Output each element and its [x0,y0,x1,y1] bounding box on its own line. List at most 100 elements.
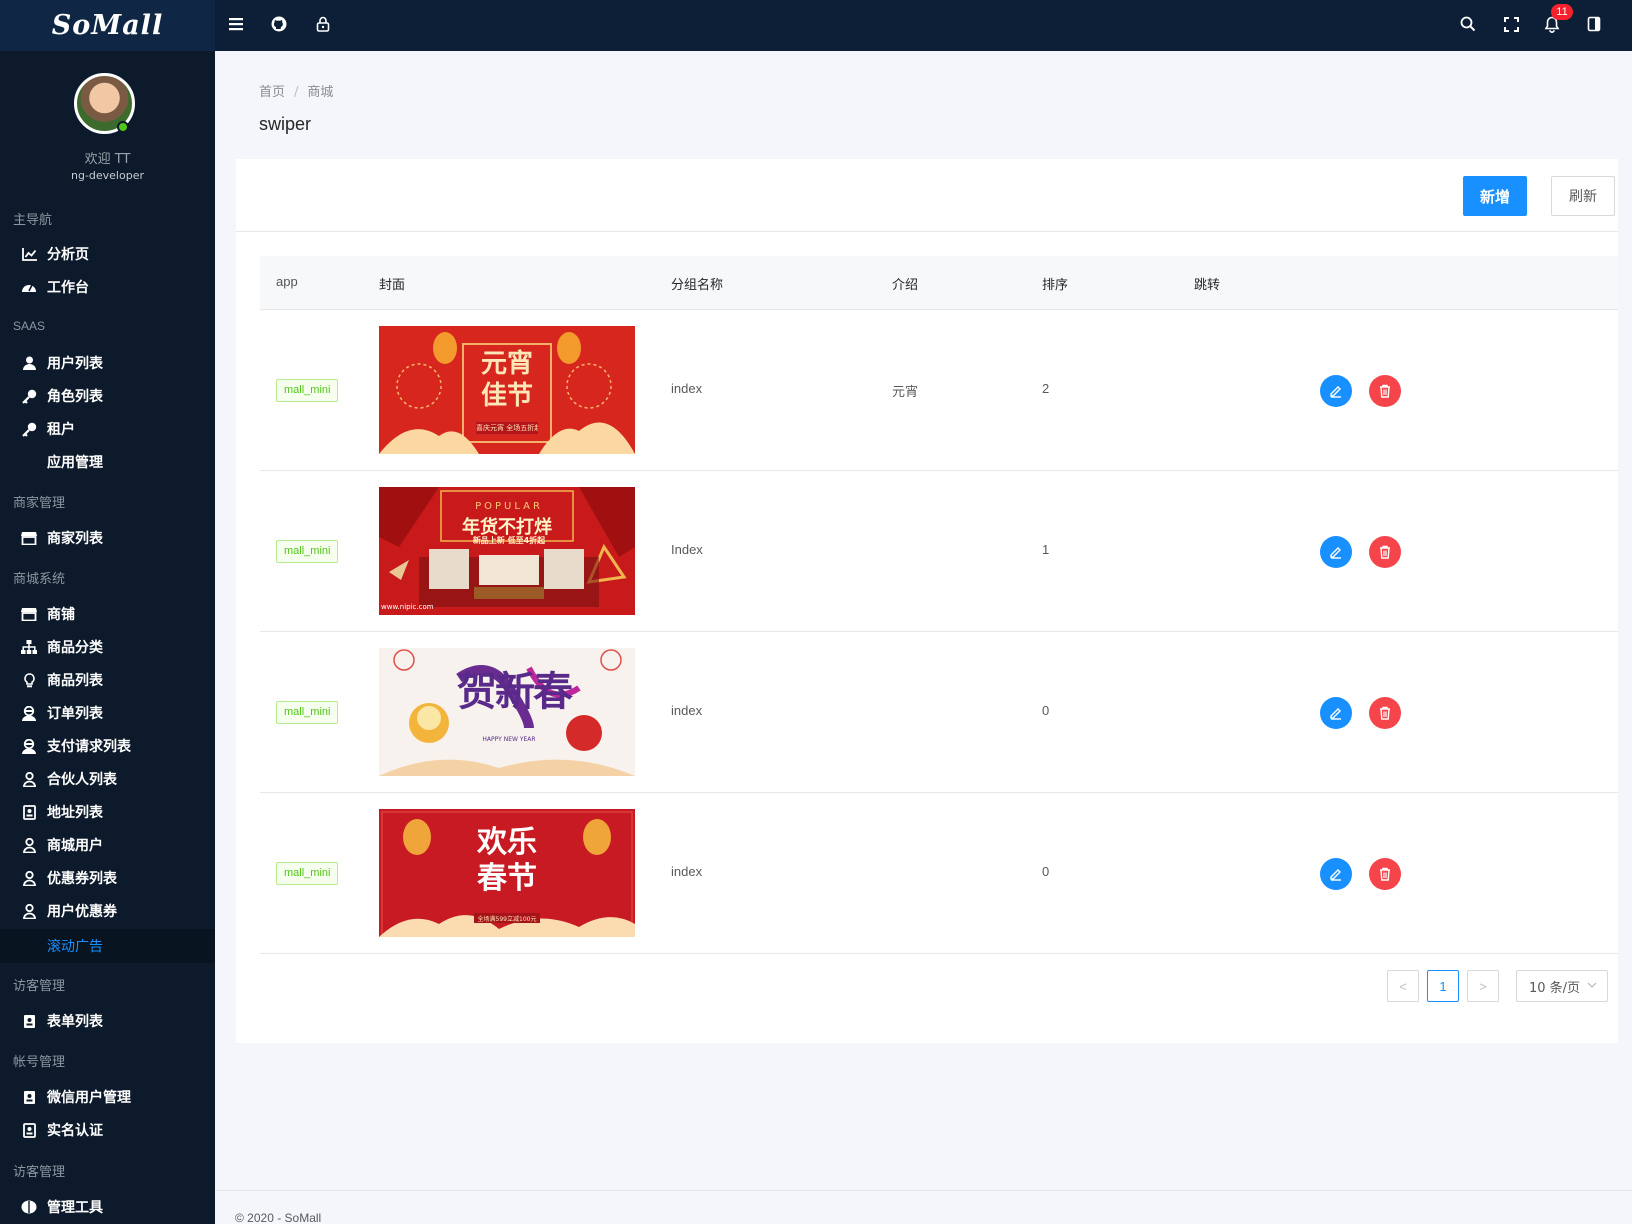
sidebar-group-account: 帐号管理 [13,1055,66,1070]
sidebar-item-admin-tools[interactable]: 管理工具 [0,1192,215,1222]
sidebar-item-payment-request-list[interactable]: 支付请求列表 [0,731,215,761]
sidebar-item-order-list[interactable]: 订单列表 [0,698,215,728]
edit-button[interactable] [1320,858,1352,890]
sidebar-item-app-management[interactable]: 应用管理 [0,447,215,477]
page-size-select[interactable]: 10 条/页 [1516,970,1608,1002]
group-name: Index [671,542,703,557]
delete-button[interactable] [1369,858,1401,890]
user-secret-icon [21,705,37,721]
github-icon[interactable] [265,10,293,38]
contact-card-icon [21,1089,37,1105]
sidebar-item-role-list[interactable]: 角色列表 [0,381,215,411]
footer: © 2020 - SoMall [215,1190,1632,1224]
sidebar-item-analysis[interactable]: 分析页 [0,239,215,269]
sidebar-item-shop[interactable]: 商铺 [0,599,215,629]
dashboard-icon [21,279,37,295]
sidebar-item-workbench[interactable]: 工作台 [0,272,215,302]
sidebar-item-product-category[interactable]: 商品分类 [0,632,215,662]
next-page-button[interactable]: > [1467,970,1499,1002]
sidebar-item-label: 角色列表 [47,389,103,405]
top-header: SoMall 11 [0,0,1632,51]
sidebar-item-label: 商铺 [47,607,75,623]
sidebar-item-user-coupon[interactable]: 用户优惠券 [0,896,215,926]
sidebar-item-real-name-auth[interactable]: 实名认证 [0,1115,215,1145]
sidebar-item-label: 工作台 [47,280,89,296]
sidebar-item-form-list[interactable]: 表单列表 [0,1006,215,1036]
sidebar-item-label: 用户优惠券 [47,904,117,920]
sidebar-item-label: 支付请求列表 [47,739,131,755]
lantern-festival-banner: 元宵佳节 喜庆元宵 全场五折起 [379,326,635,454]
sidebar-item-label: 表单列表 [47,1014,103,1030]
spring-greeting-banner: 贺新春 HAPPY NEW YEAR [379,648,635,776]
edit-button[interactable] [1320,375,1352,407]
sidebar-group-saas: SAAS [13,319,46,333]
edit-button[interactable] [1320,536,1352,568]
menu-toggle-icon[interactable] [223,10,251,38]
sidebar-item-merchant-list[interactable]: 商家列表 [0,523,215,553]
column-header-jump: 跳转 [1194,278,1221,293]
sidebar-item-product-list[interactable]: 商品列表 [0,665,215,695]
banner-title: 欢乐春节 [477,825,537,896]
sidebar-item-label: 滚动广告 [47,939,103,955]
sidebar-group-mall-system: 商城系统 [13,572,66,587]
sidebar-item-partner-list[interactable]: 合伙人列表 [0,764,215,794]
sidebar-item-tenant[interactable]: 租户 [0,414,215,444]
delete-button[interactable] [1369,536,1401,568]
chevron-down-icon [1587,979,1597,994]
user-outline-icon [21,870,37,886]
user-outline-icon [21,903,37,919]
sidebar-item-label: 商品分类 [47,640,103,656]
app-tag: mall_mini [276,701,339,724]
column-header-sort: 排序 [1042,278,1069,293]
add-button[interactable]: 新增 [1463,176,1527,216]
column-header-intro: 介绍 [892,278,919,293]
trash-icon [1380,384,1390,398]
sitemap-icon [21,639,37,655]
sidebar-group-main-nav: 主导航 [13,213,53,228]
prev-page-button[interactable]: < [1387,970,1419,1002]
fullscreen-icon[interactable] [1497,10,1525,38]
happy-spring-festival-banner: 欢乐春节 全场满599立减100元 [379,809,635,937]
sort-value: 0 [1042,703,1050,718]
edit-button[interactable] [1320,697,1352,729]
sidebar-item-wechat-user-management[interactable]: 微信用户管理 [0,1082,215,1112]
contact-card-icon [21,804,37,820]
sidebar-group-merchant: 商家管理 [13,496,66,511]
search-icon[interactable] [1454,10,1482,38]
table-row: mall_mini POPULAR 年货不打烊 新品上新 低至4折起 www.n… [260,471,1618,632]
breadcrumb-home[interactable]: 首页 [259,81,285,100]
column-header-app: app [276,274,298,289]
user-role: ng-developer [70,169,144,182]
banner-subtitle: 全场满599立减100元 [477,916,537,923]
sidebar-item-address-list[interactable]: 地址列表 [0,797,215,827]
sidebar: 欢迎 TT ng-developer 主导航 分析页 工作台 SAAS 用户列表… [0,51,215,1224]
table-row: mall_mini 元宵佳节 喜庆元宵 全场五折起 index 元宵 2 [260,310,1618,471]
column-header-group: 分组名称 [671,278,724,293]
delete-button[interactable] [1369,375,1401,407]
banner-title: 贺新春 [457,668,573,715]
sidebar-item-mall-user[interactable]: 商城用户 [0,830,215,860]
edit-icon [1330,386,1341,398]
store-icon [21,606,37,622]
sidebar-item-label: 商家列表 [47,531,103,547]
sidebar-item-label: 应用管理 [47,455,103,471]
sidebar-item-coupon-list[interactable]: 优惠券列表 [0,863,215,893]
delete-button[interactable] [1369,697,1401,729]
refresh-button[interactable]: 刷新 [1551,176,1615,216]
banner-top-text: POPULAR [475,501,543,512]
layout-settings-icon[interactable] [1580,10,1608,38]
lock-icon[interactable] [309,10,337,38]
sidebar-item-swiper-ads[interactable]: 滚动广告 [0,929,215,963]
intro-text: 元宵 [892,385,919,400]
sidebar-item-label: 订单列表 [47,706,103,722]
sidebar-group-visitor: 访客管理 [13,979,66,994]
new-year-goods-banner: POPULAR 年货不打烊 新品上新 低至4折起 www.nipic.com [379,487,635,615]
sidebar-item-user-list[interactable]: 用户列表 [0,348,215,378]
breadcrumb-current[interactable]: 商城 [307,81,333,100]
page-number-button[interactable]: 1 [1427,970,1459,1002]
key-icon [21,388,37,404]
sort-value: 0 [1042,864,1050,879]
logo-area[interactable]: SoMall [0,0,215,51]
sort-value: 1 [1042,542,1050,557]
sidebar-item-label: 用户列表 [47,356,103,372]
